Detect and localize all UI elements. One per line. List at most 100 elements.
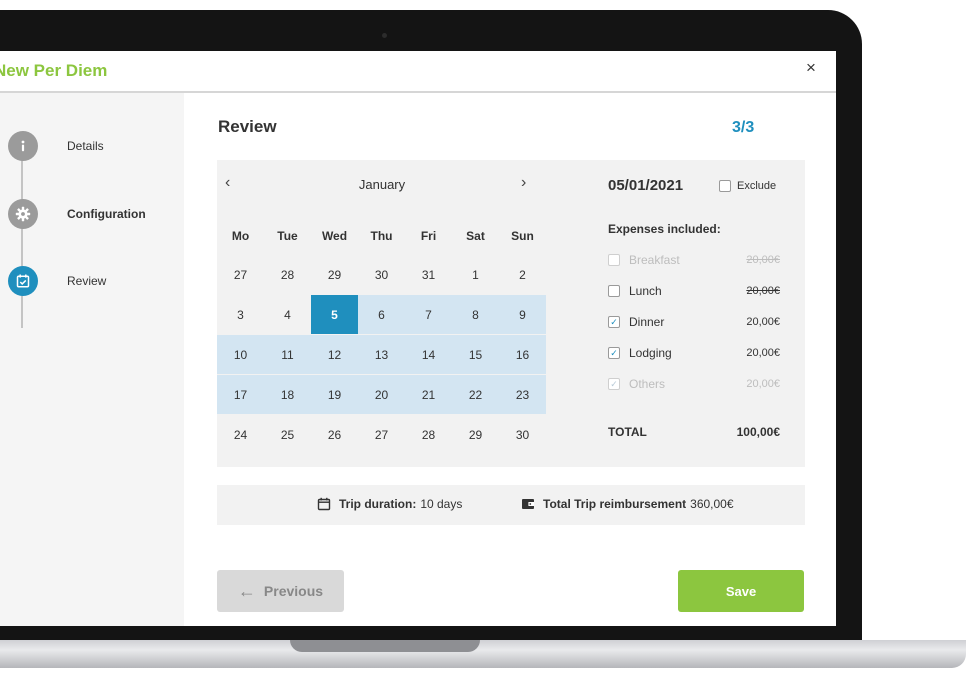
- app-window: New Per Diem × Details Configuration Rev…: [0, 51, 836, 626]
- calendar-day[interactable]: 16: [499, 335, 546, 374]
- calendar-day[interactable]: 9: [499, 295, 546, 334]
- trip-duration: Trip duration: 10 days: [317, 497, 462, 511]
- checkbox-icon: [719, 180, 731, 192]
- trip-reimbursement: Total Trip reimbursement 360,00€: [521, 497, 734, 511]
- calendar-day[interactable]: 15: [452, 335, 499, 374]
- gear-icon: [8, 199, 38, 229]
- calendar-day[interactable]: 31: [405, 255, 452, 294]
- month-label: January: [358, 177, 406, 192]
- reimbursement-value: 360,00€: [690, 497, 734, 511]
- expense-amount: 20,00€: [746, 316, 780, 328]
- calendar-day[interactable]: 26: [311, 415, 358, 454]
- trip-duration-value: 10 days: [420, 497, 463, 511]
- checkbox-checked-icon[interactable]: ✓: [608, 347, 620, 359]
- calendar-day[interactable]: 22: [452, 375, 499, 414]
- selected-date: 05/01/2021: [608, 177, 684, 194]
- calendar-day[interactable]: 3: [217, 295, 264, 334]
- expense-row-lunch[interactable]: Lunch 20,00€: [608, 283, 780, 299]
- calendar-day[interactable]: 30: [358, 255, 405, 294]
- wallet-icon: [522, 499, 534, 509]
- calendar-day[interactable]: 30: [499, 415, 546, 454]
- step-counter: 3/3: [732, 119, 755, 136]
- title-bar: New Per Diem ×: [0, 51, 836, 93]
- expense-name: Others: [629, 377, 666, 391]
- calendar-day[interactable]: 8: [452, 295, 499, 334]
- close-button[interactable]: ×: [806, 58, 816, 78]
- total-label: TOTAL: [608, 425, 647, 439]
- previous-button[interactable]: ← Previous: [217, 570, 344, 612]
- weekday-header: Tue: [277, 228, 298, 243]
- calendar-day-selected[interactable]: 5: [311, 295, 358, 334]
- step-label: Configuration: [67, 207, 146, 221]
- weekday-header: Mo: [231, 228, 250, 243]
- info-icon: [8, 131, 38, 161]
- weekday-header: Thu: [370, 228, 393, 243]
- calendar-day[interactable]: 19: [311, 375, 358, 414]
- step-configuration[interactable]: Configuration: [8, 199, 146, 229]
- weekday-header: Fri: [420, 228, 437, 243]
- step-sidebar: Details Configuration Review: [0, 93, 184, 626]
- calendar-day[interactable]: 10: [217, 335, 264, 374]
- save-button[interactable]: Save: [678, 570, 804, 612]
- page-title: Review: [218, 117, 277, 136]
- total-row: TOTAL 100,00€: [608, 425, 780, 439]
- expense-name: Dinner: [629, 315, 665, 329]
- step-connector: [21, 148, 23, 328]
- calendar-day[interactable]: 6: [358, 295, 405, 334]
- step-review[interactable]: Review: [8, 266, 106, 296]
- expense-amount: 20,00€: [746, 254, 780, 266]
- calendar-day[interactable]: 1: [452, 255, 499, 294]
- checkbox-icon[interactable]: [608, 285, 620, 297]
- expenses-heading: Expenses included:: [608, 222, 721, 236]
- calendar-day[interactable]: 24: [217, 415, 264, 454]
- calendar-day[interactable]: 13: [358, 335, 405, 374]
- calendar-day[interactable]: 20: [358, 375, 405, 414]
- calendar-day[interactable]: 4: [264, 295, 311, 334]
- checkbox-checked-icon[interactable]: ✓: [608, 316, 620, 328]
- calendar-day[interactable]: 11: [264, 335, 311, 374]
- weekday-header: Sun: [511, 228, 534, 243]
- calendar-day[interactable]: 12: [311, 335, 358, 374]
- calendar-day[interactable]: 27: [217, 255, 264, 294]
- exclude-checkbox[interactable]: Exclude: [719, 180, 776, 192]
- expenses-panel: 05/01/2021 Exclude Expenses included: TO…: [607, 160, 805, 467]
- calendar: ‹ January › Mo Tue Wed Thu Fri Sat Sun 27 28 29 30…: [217, 160, 546, 467]
- expense-row-dinner[interactable]: ✓ Dinner 20,00€: [608, 314, 780, 330]
- calendar-day[interactable]: 29: [452, 415, 499, 454]
- calendar-day[interactable]: 28: [264, 255, 311, 294]
- calendar-icon: [317, 497, 331, 511]
- calendar-day[interactable]: 27: [358, 415, 405, 454]
- trip-duration-label: Trip duration:: [339, 497, 417, 511]
- next-month-button[interactable]: ›: [521, 174, 526, 192]
- step-label: Details: [67, 139, 104, 153]
- expense-row-others: ✓ Others 20,00€: [608, 376, 780, 392]
- arrow-left-icon: ←: [237, 580, 256, 601]
- calendar-day[interactable]: 7: [405, 295, 452, 334]
- expense-row-breakfast: Breakfast 20,00€: [608, 252, 780, 268]
- calendar-day[interactable]: 25: [264, 415, 311, 454]
- calendar-day[interactable]: 21: [405, 375, 452, 414]
- weekday-header: Wed: [321, 228, 348, 243]
- calendar-day[interactable]: 18: [264, 375, 311, 414]
- review-panel: ‹ January › Mo Tue Wed Thu Fri Sat Sun 27 28 29 30…: [217, 160, 805, 467]
- calendar-day[interactable]: 29: [311, 255, 358, 294]
- exclude-label: Exclude: [737, 180, 777, 192]
- laptop-base-notch: [290, 640, 480, 652]
- checkbox-checked-icon: ✓: [608, 378, 620, 390]
- calendar-day[interactable]: 2: [499, 255, 546, 294]
- step-label: Review: [67, 274, 107, 288]
- webcam: [382, 33, 387, 38]
- trip-summary-bar: Trip duration: 10 days Total Trip reimbu…: [217, 485, 805, 525]
- calendar-day[interactable]: 14: [405, 335, 452, 374]
- expense-name: Lodging: [629, 346, 672, 360]
- step-details[interactable]: Details: [8, 131, 104, 161]
- expense-name: Lunch: [629, 284, 662, 298]
- weekday-header: Sat: [466, 228, 485, 243]
- reimbursement-label: Total Trip reimbursement: [543, 497, 687, 511]
- calendar-day[interactable]: 28: [405, 415, 452, 454]
- expense-amount: 20,00€: [746, 285, 780, 297]
- calendar-day[interactable]: 23: [499, 375, 546, 414]
- checkbox-icon: [608, 254, 620, 266]
- expense-row-lodging[interactable]: ✓ Lodging 20,00€: [608, 345, 780, 361]
- calendar-day[interactable]: 17: [217, 375, 264, 414]
